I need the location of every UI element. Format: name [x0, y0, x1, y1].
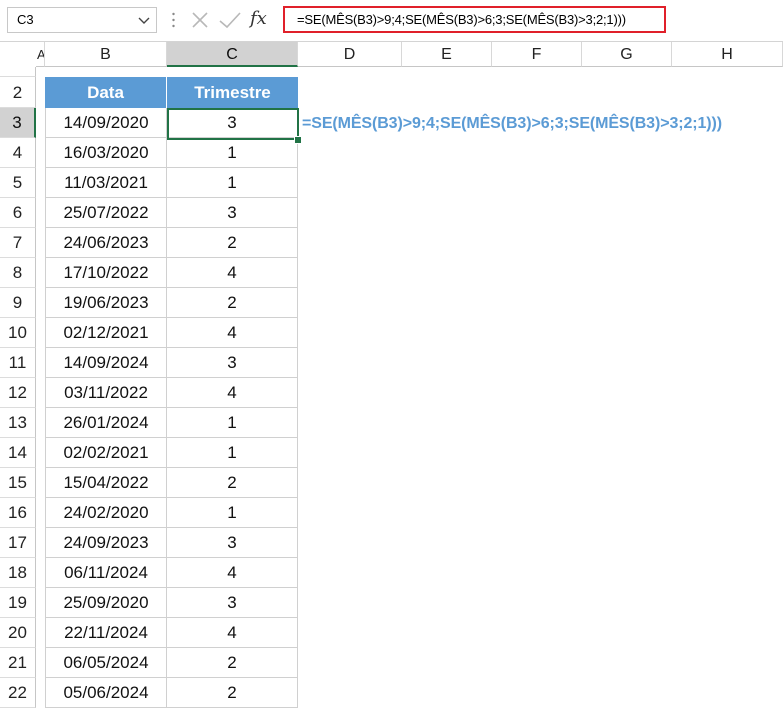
- column-header-f[interactable]: F: [492, 42, 582, 67]
- row-header-16[interactable]: 16: [0, 498, 36, 528]
- cell-date[interactable]: 15/04/2022: [45, 468, 167, 498]
- row-header-8[interactable]: 8: [0, 258, 36, 288]
- cell-date[interactable]: 19/06/2023: [45, 288, 167, 318]
- cell-quarter[interactable]: 1: [167, 438, 298, 468]
- row-header-9[interactable]: 9: [0, 288, 36, 318]
- row-header-15[interactable]: 15: [0, 468, 36, 498]
- row-header-12[interactable]: 12: [0, 378, 36, 408]
- insert-function-button[interactable]: fx: [250, 8, 267, 29]
- formula-input[interactable]: =SE(MÊS(B3)>9;4;SE(MÊS(B3)>6;3;SE(MÊS(B3…: [283, 6, 666, 33]
- cell-date[interactable]: 26/01/2024: [45, 408, 167, 438]
- column-header-d[interactable]: D: [298, 42, 402, 67]
- cell-date[interactable]: 17/10/2022: [45, 258, 167, 288]
- more-options-icon: [172, 12, 175, 28]
- row-header-19[interactable]: 19: [0, 588, 36, 618]
- cell-quarter[interactable]: 1: [167, 138, 298, 168]
- row-header-10[interactable]: 10: [0, 318, 36, 348]
- row-header-21[interactable]: 21: [0, 648, 36, 678]
- cell-date[interactable]: 24/06/2023: [45, 228, 167, 258]
- cell-quarter[interactable]: 3: [167, 108, 298, 138]
- confirm-check-icon[interactable]: [218, 9, 242, 31]
- row-header-20[interactable]: 20: [0, 618, 36, 648]
- column-headers: ABCDEFGH: [0, 42, 783, 67]
- formula-annotation: =SE(MÊS(B3)>9;4;SE(MÊS(B3)>6;3;SE(MÊS(B3…: [302, 115, 722, 132]
- cell-quarter[interactable]: 2: [167, 228, 298, 258]
- column-header-e[interactable]: E: [402, 42, 492, 67]
- column-header-a[interactable]: A: [36, 42, 45, 67]
- row-header-4[interactable]: 4: [0, 138, 36, 168]
- cell-quarter[interactable]: 1: [167, 168, 298, 198]
- cell-quarter[interactable]: 3: [167, 198, 298, 228]
- cell-quarter[interactable]: 2: [167, 288, 298, 318]
- cell-quarter[interactable]: 3: [167, 348, 298, 378]
- cell-quarter[interactable]: 2: [167, 468, 298, 498]
- row-header-3[interactable]: 3: [0, 108, 36, 138]
- row-header-17[interactable]: 17: [0, 528, 36, 558]
- column-header-b[interactable]: B: [45, 42, 167, 67]
- column-header-g[interactable]: G: [582, 42, 672, 67]
- cell-date[interactable]: 25/09/2020: [45, 588, 167, 618]
- cell-quarter[interactable]: 1: [167, 408, 298, 438]
- cell-quarter[interactable]: 1: [167, 498, 298, 528]
- column-header-h[interactable]: H: [672, 42, 783, 67]
- name-box-value: C3: [17, 12, 34, 27]
- cancel-icon[interactable]: [190, 9, 210, 31]
- cell-date[interactable]: 11/03/2021: [45, 168, 167, 198]
- cell-quarter[interactable]: 4: [167, 618, 298, 648]
- formula-bar-area: C3 fx =SE(MÊS(B3)>9;4;SE(MÊS(B3)>6;3;SE(…: [0, 0, 783, 42]
- column-header-c[interactable]: C: [167, 42, 298, 67]
- cell-date[interactable]: 05/06/2024: [45, 678, 167, 708]
- header-data[interactable]: Data: [45, 77, 167, 108]
- cell-date[interactable]: 06/05/2024: [45, 648, 167, 678]
- cell-quarter[interactable]: 4: [167, 318, 298, 348]
- cell-date[interactable]: 14/09/2020: [45, 108, 167, 138]
- row-header-22[interactable]: 22: [0, 678, 36, 708]
- row-header-2[interactable]: 2: [0, 77, 36, 108]
- cell-date[interactable]: 14/09/2024: [45, 348, 167, 378]
- row-header-11[interactable]: 11: [0, 348, 36, 378]
- header-trimestre[interactable]: Trimestre: [167, 77, 298, 108]
- cell-quarter[interactable]: 3: [167, 528, 298, 558]
- cell-date[interactable]: 16/03/2020: [45, 138, 167, 168]
- cell-quarter[interactable]: 4: [167, 558, 298, 588]
- cell-quarter[interactable]: 2: [167, 648, 298, 678]
- row-header-7[interactable]: 7: [0, 228, 36, 258]
- cell-quarter[interactable]: 2: [167, 678, 298, 708]
- cell-date[interactable]: 24/09/2023: [45, 528, 167, 558]
- cell-date[interactable]: 02/02/2021: [45, 438, 167, 468]
- cell-date[interactable]: 22/11/2024: [45, 618, 167, 648]
- cell-date[interactable]: 24/02/2020: [45, 498, 167, 528]
- fill-handle[interactable]: [294, 136, 302, 144]
- name-box[interactable]: C3: [7, 7, 157, 33]
- cell-quarter[interactable]: 3: [167, 588, 298, 618]
- row-header-18[interactable]: 18: [0, 558, 36, 588]
- cell-quarter[interactable]: 4: [167, 258, 298, 288]
- row-header-partial: [0, 67, 36, 77]
- chevron-down-icon[interactable]: [138, 17, 150, 25]
- row-header-13[interactable]: 13: [0, 408, 36, 438]
- cell-date[interactable]: 03/11/2022: [45, 378, 167, 408]
- row-header-14[interactable]: 14: [0, 438, 36, 468]
- cell-date[interactable]: 06/11/2024: [45, 558, 167, 588]
- cell-date[interactable]: 25/07/2022: [45, 198, 167, 228]
- row-header-5[interactable]: 5: [0, 168, 36, 198]
- cell-quarter[interactable]: 4: [167, 378, 298, 408]
- cell-date[interactable]: 02/12/2021: [45, 318, 167, 348]
- row-header-6[interactable]: 6: [0, 198, 36, 228]
